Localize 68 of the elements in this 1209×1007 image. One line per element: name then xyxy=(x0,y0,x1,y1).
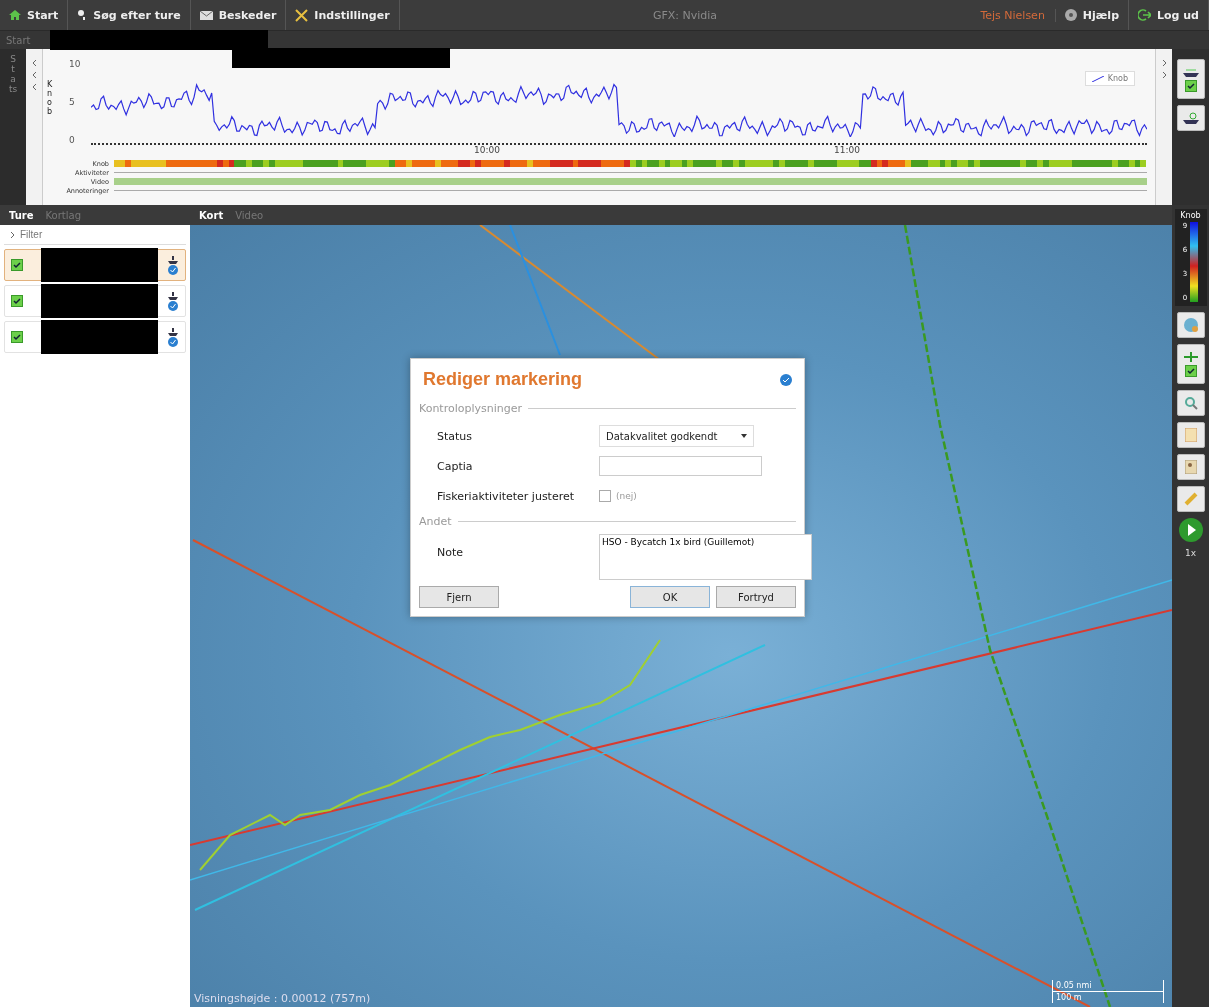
vessel-toggle-button[interactable] xyxy=(1176,59,1205,99)
map-view[interactable] xyxy=(190,225,1172,1007)
checkbox-state-text: (nej) xyxy=(616,491,637,501)
globe-tool-button[interactable] xyxy=(1176,312,1205,338)
caret-icon xyxy=(741,434,747,438)
view-height-readout: Visningshøjde : 0.00012 (757m) xyxy=(194,992,371,1005)
scale-bar: 0.05 nmi 100 m xyxy=(1052,980,1164,1003)
map-tab[interactable]: Kort xyxy=(194,209,229,221)
menu-button[interactable]: Indstillinger xyxy=(286,0,400,30)
section-heading: Andet xyxy=(419,515,452,528)
user-name: Tejs Nielsen xyxy=(970,8,1056,22)
playback-speed: 1x xyxy=(1184,548,1197,558)
y-tick-label: 0 xyxy=(69,135,76,145)
position-tool-button[interactable] xyxy=(1176,344,1205,384)
section-heading: Kontroloplysninger xyxy=(419,402,523,415)
y-axis-label: Knob xyxy=(47,81,54,117)
side-tab[interactable]: Stats xyxy=(0,49,26,205)
vessel-status-icon xyxy=(167,326,179,348)
globe-icon xyxy=(1182,317,1199,333)
menu-button[interactable]: Hjælp xyxy=(1055,0,1129,30)
input-field[interactable] xyxy=(599,456,762,476)
x-tick-label: 11:00 xyxy=(834,145,860,157)
checkbox[interactable] xyxy=(11,331,23,343)
vessel-icon xyxy=(1182,66,1199,77)
checkbox[interactable] xyxy=(599,490,611,502)
ruler-icon xyxy=(1183,492,1198,506)
field-label: Note xyxy=(437,545,465,559)
logout-icon xyxy=(1138,9,1151,21)
note-tool-button[interactable] xyxy=(1176,454,1205,480)
note-icon xyxy=(1184,460,1197,474)
check-circle-icon xyxy=(780,373,792,386)
play-button[interactable] xyxy=(1178,518,1203,542)
legend-line-icon xyxy=(1091,75,1104,82)
checkbox[interactable] xyxy=(11,259,23,271)
vessel-icon xyxy=(1182,112,1199,124)
home-icon xyxy=(9,9,21,21)
dropdown-value: Datakvalitet godkendt xyxy=(606,430,718,442)
search-icon xyxy=(1183,396,1198,410)
envelope-icon xyxy=(199,10,213,20)
trip-row[interactable] xyxy=(4,321,186,353)
trip-row[interactable] xyxy=(4,285,186,317)
ruler-tool-button[interactable] xyxy=(1176,486,1205,512)
vessel-status-icon xyxy=(167,290,179,312)
note-field[interactable]: HSO - Bycatch 1x bird (Guillemot) xyxy=(599,534,812,580)
document-tool-button[interactable] xyxy=(1176,422,1205,448)
dialog-button[interactable]: Fortryd xyxy=(716,586,796,608)
x-tick-label: 10:00 xyxy=(474,145,500,157)
dialog-button[interactable]: OK xyxy=(630,586,710,608)
checkbox[interactable] xyxy=(11,295,23,307)
chevron-icon[interactable] xyxy=(10,230,15,239)
chart-legend: Knob xyxy=(1084,71,1135,86)
vessel-status-icon xyxy=(167,254,179,276)
menu-button[interactable]: Log ud xyxy=(1129,0,1209,30)
field-label: Fiskeriaktiviteter justeret xyxy=(437,489,576,503)
y-tick-label: 5 xyxy=(69,97,76,107)
gpu-label: GFX: Nvidia xyxy=(651,8,719,22)
vessel-refresh-button[interactable] xyxy=(1176,105,1205,131)
field-label: Status xyxy=(437,429,474,443)
status-dropdown[interactable]: Datakvalitet godkendt xyxy=(599,425,754,447)
y-tick-label: 10 xyxy=(69,59,82,69)
panel-tab[interactable]: Ture xyxy=(4,209,39,221)
field-label: Captia xyxy=(437,459,474,473)
document-icon xyxy=(1184,428,1197,442)
dialog-title: Rediger markering xyxy=(423,369,583,390)
filter-toggle[interactable]: Filter xyxy=(4,225,186,245)
trip-row[interactable] xyxy=(4,249,186,281)
search-tool-button[interactable] xyxy=(1176,390,1205,416)
dialog-button[interactable]: Fjern xyxy=(419,586,499,608)
